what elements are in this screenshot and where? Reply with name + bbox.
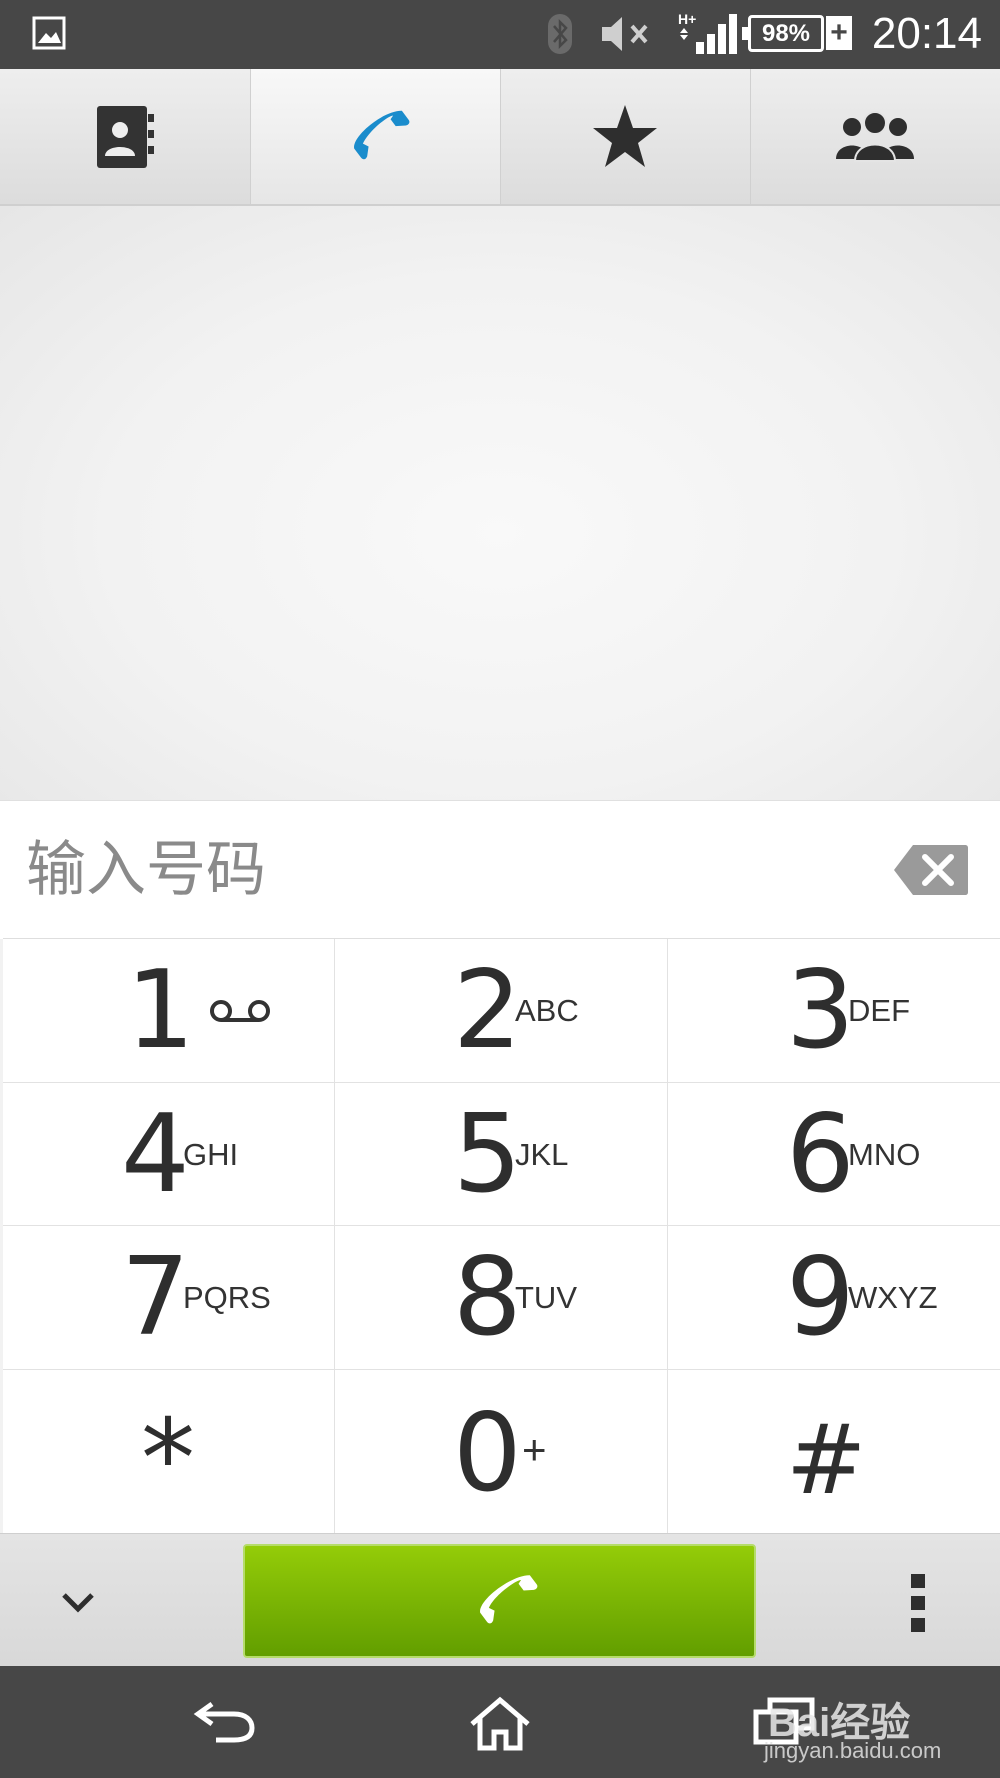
status-clock: 20:14 [871,9,982,58]
voicemail-icon [210,1000,270,1022]
battery-percent: 98% [761,19,811,47]
key-digit: * [141,1397,195,1522]
contacts-book-icon [97,105,154,168]
key-letters: JKL [515,1137,569,1172]
key-letters: PQRS [183,1280,271,1315]
key-star[interactable]: * [3,1370,335,1534]
tab-contacts[interactable] [0,69,250,204]
battery-icon: 98% [742,15,824,52]
call-button[interactable] [243,1544,756,1658]
key-4[interactable]: 4 GHI [3,1083,335,1226]
signal-icon: H+ [676,10,740,61]
key-letters: GHI [183,1137,239,1172]
key-letters: WXYZ [848,1280,938,1315]
phone-number-input[interactable] [24,829,748,911]
home-icon[interactable] [468,1696,532,1752]
status-bar: H+ 98% + 20:14 [0,0,1000,69]
key-letters: DEF [848,993,910,1028]
tab-groups[interactable] [750,69,1000,204]
dialer-action-bar [0,1533,1000,1667]
tab-phone[interactable] [250,69,500,204]
number-input-row [0,800,1000,939]
key-0[interactable]: 0 + [335,1370,668,1534]
key-hash[interactable]: # [668,1370,1000,1534]
key-digit: 8 [453,1235,522,1360]
star-icon [593,104,657,167]
bluetooth-icon [548,14,572,54]
call-log-area [0,206,1000,800]
key-digit: 7 [121,1235,190,1360]
key-digit: 2 [453,948,522,1073]
key-6[interactable]: 6 MNO [668,1083,1000,1226]
call-icon [479,1575,537,1624]
key-digit: 6 [786,1092,855,1217]
key-digit: 5 [453,1092,522,1217]
watermark-url: jingyan.baidu.com [764,1738,942,1763]
dial-keypad: 1 2 ABC 3 DEF 4 GHI 5 JKL 6 MNO 7 PQRS 8… [3,938,1000,1534]
mute-icon [602,17,648,51]
key-letters: ABC [515,993,579,1028]
tab-bar [0,69,1000,206]
group-icon [836,110,914,162]
key-2[interactable]: 2 ABC [335,939,668,1083]
key-letters: TUV [515,1280,577,1315]
key-digit: 4 [121,1092,190,1217]
backspace-icon[interactable] [893,843,969,897]
key-digit: 1 [126,948,195,1073]
key-9[interactable]: 9 WXYZ [668,1226,1000,1370]
key-3[interactable]: 3 DEF [668,939,1000,1083]
key-7[interactable]: 7 PQRS [3,1226,335,1370]
key-digit: 0 [453,1391,522,1516]
network-type-label: H+ [678,11,696,27]
key-letters: + [522,1426,547,1473]
chevron-down-icon[interactable] [50,1579,106,1623]
system-nav-bar: Bai经验 jingyan.baidu.com [0,1666,1000,1778]
overflow-menu-icon[interactable] [908,1572,928,1634]
key-1[interactable]: 1 [3,939,335,1083]
key-5[interactable]: 5 JKL [335,1083,668,1226]
tab-favorites[interactable] [500,69,750,204]
key-digit: # [786,1404,867,1516]
key-letters: MNO [848,1137,921,1172]
key-digit: 3 [786,948,855,1073]
back-icon[interactable] [192,1696,256,1746]
charging-indicator: + [826,16,852,50]
gallery-icon [32,16,66,50]
key-8[interactable]: 8 TUV [335,1226,668,1370]
phone-icon [354,110,410,159]
key-digit: 9 [786,1235,855,1360]
